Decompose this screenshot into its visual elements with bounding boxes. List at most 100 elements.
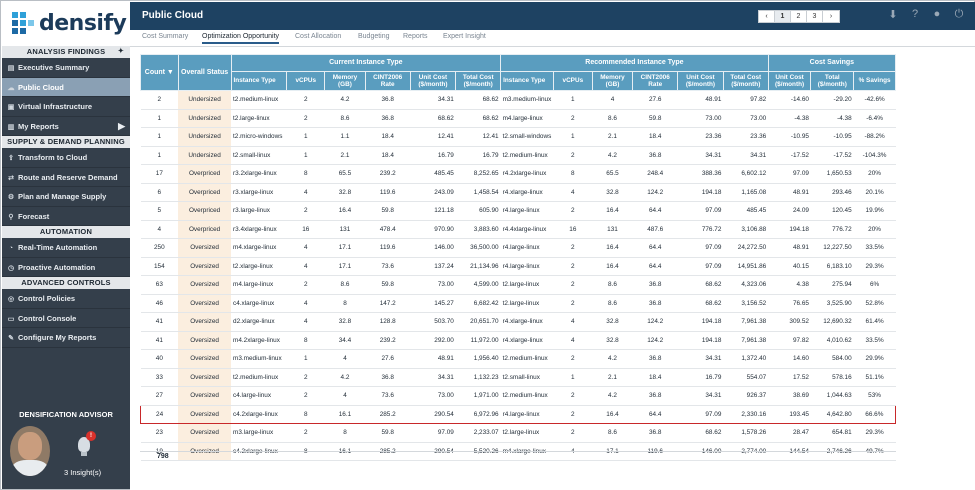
cell-cur-cint: 59.8 — [365, 275, 411, 295]
col-sav-unit[interactable]: Unit Cost ($/month) — [767, 71, 812, 91]
col-rec-unit[interactable]: Unit Cost ($/month) — [677, 71, 724, 91]
table-row[interactable]: 154 Oversized t2.xlarge-linux 4 17.1 73.6 137.… — [140, 257, 896, 276]
cell-cur-mem: 4 — [324, 386, 366, 406]
avatar[interactable] — [10, 426, 50, 476]
cell-cur-cint: 119.6 — [365, 183, 411, 202]
nav-label: Forecast — [18, 211, 50, 221]
cell-cur-total: 8,252.65 — [455, 164, 501, 184]
table-row[interactable]: 4 Overpriced r3.4xlarge-linux 16 131 478.4 970… — [140, 220, 896, 239]
power-icon[interactable]: ⏻ — [952, 8, 966, 21]
insights-link[interactable]: 3 Insight(s) — [64, 468, 101, 477]
nav-transform-to-cloud[interactable]: ⇪ Transform to Cloud — [2, 148, 130, 168]
col-cur-vcpus[interactable]: vCPUs — [286, 71, 326, 91]
cell-sav-unit: 193.45 — [768, 404, 811, 424]
cell-rec-mem: 16.4 — [592, 238, 633, 258]
user-icon[interactable]: ● — [930, 8, 944, 21]
col-cur-type[interactable]: Instance Type — [230, 71, 288, 91]
col-cur-mem[interactable]: Memory (GB) — [324, 71, 366, 91]
cell-rec-cint: 18.4 — [632, 127, 678, 147]
cell-cur-mem: 17.1 — [324, 238, 366, 258]
logo[interactable]: densify — [2, 2, 130, 46]
table-row[interactable]: 23 Oversized m3.large-linux 2 8 59.8 97.09 2,23… — [140, 423, 896, 443]
table-row[interactable]: 27 Oversized c4.large-linux 2 4 73.6 73.00 1,97… — [140, 386, 896, 406]
col-cur-cint[interactable]: CINT2006 Rate — [364, 71, 411, 91]
pager-page-3[interactable]: 3 — [807, 11, 823, 22]
cell-sav-pct: 29.3% — [853, 423, 896, 443]
nav-proactive-automation[interactable]: ◷ Proactive Automation — [2, 258, 130, 277]
col-rec-cint[interactable]: CINT2006 Rate — [632, 71, 679, 91]
tab-cost-allocation[interactable]: Cost Allocation — [295, 33, 341, 40]
cell-status: Oversized — [178, 312, 232, 332]
table-row[interactable]: 41 Oversized d2.xlarge-linux 4 32.8 128.8 503.… — [140, 312, 896, 332]
cell-cur-type: d2.xlarge-linux — [231, 312, 287, 332]
cell-cur-unit: 48.91 — [410, 349, 456, 369]
nav-realtime-automation[interactable]: ◔ Real-Time Automation — [2, 238, 130, 258]
cell-cur-unit: 145.27 — [410, 294, 456, 313]
cell-rec-unit: 97.09 — [677, 257, 724, 276]
nav-control-policies[interactable]: ◎ Control Policies — [2, 289, 130, 309]
table-row[interactable]: 24 Oversized c4.2xlarge-linux 8 16.1 285.2 290… — [140, 404, 896, 424]
cell-cur-vcpus: 8 — [286, 404, 325, 424]
tab-budgeting[interactable]: Budgeting — [358, 33, 390, 40]
tab-expert-insight[interactable]: Expert Insight — [443, 33, 486, 40]
col-sav-total[interactable]: Total ($/month) — [810, 71, 855, 91]
tab-optimization-opportunity[interactable]: Optimization Opportunity — [202, 33, 280, 44]
tab-cost-summary[interactable]: Cost Summary — [142, 33, 188, 40]
help-icon[interactable]: ? — [908, 8, 922, 21]
table-row[interactable]: 1 Undersized t2.micro-windows 1 1.1 18.4 12.41… — [140, 127, 896, 147]
table-row[interactable]: 17 Overpriced r3.2xlarge-linux 8 65.5 239.2 48… — [140, 164, 896, 184]
table-row[interactable]: 250 Oversized m4.xlarge-linux 4 17.1 119.6 146… — [140, 238, 896, 258]
nav-my-reports[interactable]: ▥ My Reports ▶ — [2, 117, 130, 136]
tab-reports[interactable]: Reports — [403, 33, 428, 40]
cell-sav-unit: 48.91 — [768, 183, 811, 202]
nav-virtual-infrastructure[interactable]: ▣ Virtual Infrastructure — [2, 97, 130, 117]
nav-plan-manage[interactable]: ⚙ Plan and Manage Supply — [2, 187, 130, 207]
pager-page-2[interactable]: 2 — [791, 11, 807, 22]
table-row[interactable]: 41 Oversized m4.2xlarge-linux 8 34.4 239.2 292… — [140, 331, 896, 350]
col-cur-unit[interactable]: Unit Cost ($/month) — [409, 71, 457, 91]
nav-forecast[interactable]: ⚲ Forecast — [2, 207, 130, 226]
col-rec-total[interactable]: Total Cost ($/month) — [722, 71, 769, 91]
cell-cur-mem: 17.1 — [324, 257, 366, 276]
pager-next[interactable]: › — [823, 11, 839, 22]
cell-rec-unit: 68.62 — [677, 423, 724, 443]
pin-icon[interactable]: ✦ — [118, 46, 124, 58]
col-count[interactable]: Count ▼ — [140, 54, 179, 91]
cell-cur-type: m4.large-linux — [231, 275, 287, 295]
col-rec-vcpus[interactable]: vCPUs — [553, 71, 593, 91]
col-rec-mem[interactable]: Memory (GB) — [591, 71, 634, 91]
col-rec-type[interactable]: Instance Type — [500, 71, 554, 91]
nav-public-cloud[interactable]: ☁ Public Cloud — [2, 77, 130, 97]
cell-rec-type: t2.large-linux — [500, 275, 554, 295]
table-row[interactable]: 1 Undersized t2.large-linux 2 8.6 36.8 68.62 68… — [140, 109, 896, 128]
col-cur-total[interactable]: Total Cost ($/month) — [455, 71, 502, 91]
cell-cur-total: 2,233.07 — [455, 423, 501, 443]
cell-cur-unit: 137.24 — [410, 257, 456, 276]
table-row[interactable]: 40 Oversized m3.medium-linux 1 4 27.6 48.91 1,9… — [140, 349, 896, 369]
table-row[interactable]: 5 Overpriced r3.large-linux 2 16.4 59.8 121.18… — [140, 201, 896, 221]
cell-status: Oversized — [178, 238, 232, 258]
pager-prev[interactable]: ‹ — [759, 11, 775, 22]
cell-rec-cint: 248.4 — [632, 164, 678, 184]
table-row[interactable]: 46 Oversized c4.xlarge-linux 4 8 147.2 145.27 6… — [140, 294, 896, 313]
cell-rec-cint: 27.6 — [632, 90, 678, 110]
nav-executive-summary[interactable]: ▤ Executive Summary — [2, 58, 130, 78]
pager-page-1[interactable]: 1 — [775, 11, 791, 22]
nav-configure-reports[interactable]: ✎ Configure My Reports — [2, 328, 130, 348]
cell-rec-vcpus: 4 — [553, 183, 593, 202]
col-status[interactable]: Overall Status — [177, 54, 232, 91]
table-row[interactable]: 2 Undersized t2.medium-linux 2 4.2 36.8 34.31 6… — [140, 90, 896, 110]
download-icon[interactable]: ⬇ — [886, 8, 900, 21]
nav-route-reserve[interactable]: ⇄ Route and Reserve Demand — [2, 168, 130, 187]
table-row[interactable]: 6 Overpriced r3.xlarge-linux 4 32.8 119.6 243.… — [140, 183, 896, 202]
cell-cur-type: t2.small-linux — [231, 146, 287, 165]
col-sav-pct[interactable]: % Savings — [853, 71, 896, 91]
table-row[interactable]: 1 Undersized t2.small-linux 1 2.1 18.4 16.79 16… — [140, 146, 896, 165]
cell-cur-unit: 73.00 — [410, 386, 456, 406]
nav-control-console[interactable]: ▭ Control Console — [2, 309, 130, 328]
table-row[interactable]: 33 Oversized t2.medium-linux 2 4.2 36.8 34.31 1… — [140, 368, 896, 387]
cell-count: 6 — [140, 183, 179, 202]
table-row[interactable]: 63 Oversized m4.large-linux 2 8.6 59.8 73.00 4,… — [140, 275, 896, 295]
cell-rec-cint: 64.4 — [632, 201, 678, 221]
cell-cur-type: m4.2xlarge-linux — [231, 331, 287, 350]
